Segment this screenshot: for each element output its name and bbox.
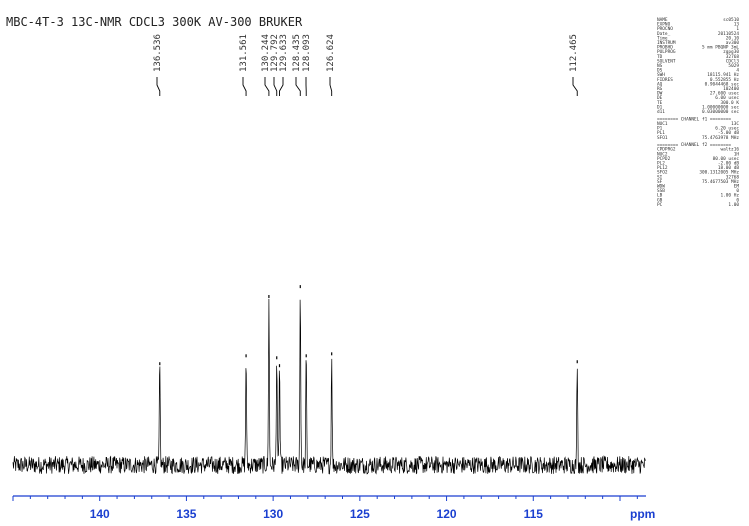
spectrum-trace: [12, 285, 647, 475]
param-value: 0.03000000 sec: [702, 109, 739, 115]
param-value: 75.4763978 MHz: [702, 135, 739, 141]
x-tick-label: 115: [524, 507, 544, 521]
peak-labels: 136.536 131.561 130.244 129.792 129.633 128.4…: [153, 34, 579, 96]
x-axis-unit-label: ppm: [630, 507, 655, 521]
x-axis: 140 135 130 125 120 115: [12, 495, 646, 521]
peak-label-leader: [264, 77, 270, 96]
acquisition-parameters-panel: NAME sc0510EXPNO 13PROCNO 1Date_ 20110524Tim…: [657, 17, 739, 208]
chart-title: MBC-4T-3 13C-NMR CDCL3 300K AV-300 BRUKE…: [6, 15, 303, 29]
spectrum-line: [12, 298, 647, 475]
peak-label: 126.624: [326, 34, 336, 72]
param-key: SFO1: [657, 135, 668, 141]
param-section-header: ======== CHANNEL f1 ========: [657, 116, 731, 122]
param-key: d11: [657, 109, 665, 115]
peak-label-leader: [156, 77, 161, 96]
param-key: PC: [657, 202, 663, 208]
x-tick-label: 140: [90, 507, 110, 521]
peak-label-leader: [572, 77, 578, 96]
peak-label: 128.435: [292, 34, 302, 72]
peak-label: 112.465: [569, 34, 579, 72]
peak-label: 128.093: [302, 34, 312, 72]
peak-label-leader: [295, 77, 301, 96]
nmr-spectrum-chart: MBC-4T-3 13C-NMR CDCL3 300K AV-300 BRUKE…: [6, 15, 739, 521]
peak-label: 129.633: [279, 34, 289, 72]
peak-label-leader: [273, 77, 278, 96]
x-tick-label: 125: [350, 507, 370, 521]
peak-label-leader: [329, 77, 333, 96]
x-tick-label: 135: [176, 507, 196, 521]
peak-label: 136.536: [153, 34, 163, 72]
x-tick-label: 120: [437, 507, 457, 521]
x-tick-label: 130: [263, 507, 283, 521]
peak-label-leader: [242, 77, 247, 96]
param-value: 1.00: [728, 202, 739, 208]
peak-label-leader: [279, 77, 284, 96]
peak-label: 131.561: [239, 34, 249, 72]
